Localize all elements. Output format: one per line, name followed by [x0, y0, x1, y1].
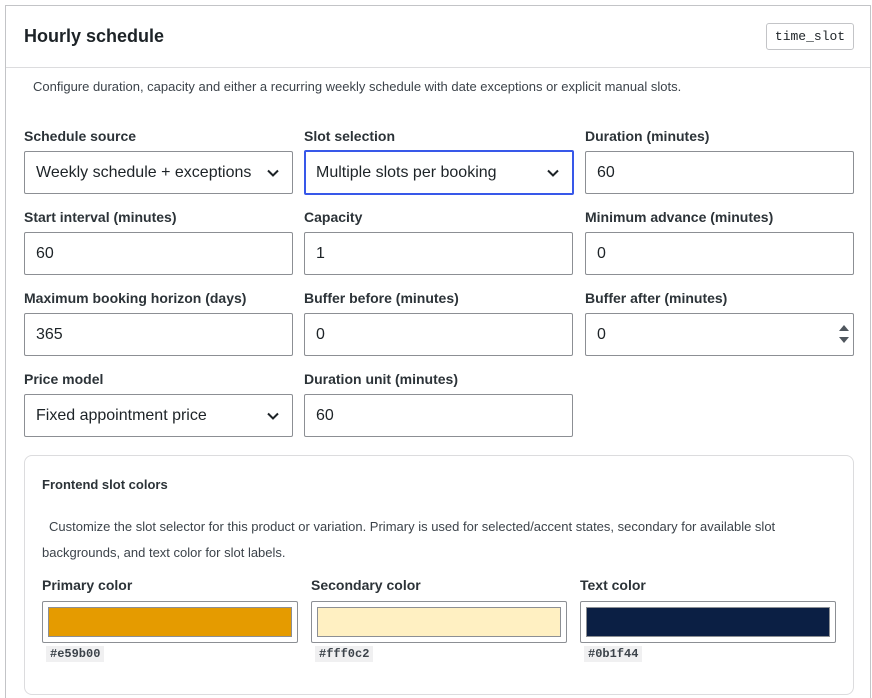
secondary-color-picker[interactable] — [311, 601, 567, 643]
minimum-advance-input[interactable]: 0 — [585, 232, 854, 275]
start-interval-label: Start interval (minutes) — [24, 209, 177, 225]
text-color-label: Text color — [580, 577, 646, 593]
duration-input[interactable]: 60 — [585, 151, 854, 194]
hourly-schedule-panel: Hourly schedule time_slot Configure dura… — [5, 5, 871, 698]
primary-color-hex: #e59b00 — [46, 646, 105, 662]
secondary-color-label: Secondary color — [311, 577, 421, 593]
buffer-after-input[interactable]: 0 — [585, 313, 854, 356]
duration-unit-input[interactable]: 60 — [304, 394, 573, 437]
max-horizon-label: Maximum booking horizon (days) — [24, 290, 247, 306]
primary-color-label: Primary color — [42, 577, 133, 593]
capacity-input[interactable]: 1 — [304, 232, 573, 275]
text-color-picker[interactable] — [580, 601, 836, 643]
slot-colors-description: Customize the slot selector for this pro… — [42, 519, 776, 560]
spinner-arrows-icon[interactable] — [838, 322, 850, 346]
chevron-down-icon — [547, 169, 559, 177]
primary-color-picker[interactable] — [42, 601, 298, 643]
schedule-source-select[interactable]: Weekly schedule + exceptions — [24, 151, 293, 194]
price-model-select[interactable]: Fixed appointment price — [24, 394, 293, 437]
chevron-down-icon — [267, 169, 279, 177]
text-color-swatch — [586, 607, 830, 637]
buffer-after-value: 0 — [597, 325, 606, 343]
slot-selection-label: Slot selection — [304, 128, 396, 144]
duration-unit-label: Duration unit (minutes) — [304, 371, 458, 387]
slot-selection-value: Multiple slots per booking — [316, 163, 497, 181]
chevron-down-icon — [267, 412, 279, 420]
buffer-after-label: Buffer after (minutes) — [585, 290, 728, 306]
schedule-source-value: Weekly schedule + exceptions — [36, 163, 252, 181]
capacity-label: Capacity — [304, 209, 363, 225]
duration-label: Duration (minutes) — [585, 128, 710, 144]
slot-selection-select[interactable]: Multiple slots per booking — [304, 150, 574, 195]
primary-color-swatch — [48, 607, 292, 637]
minimum-advance-label: Minimum advance (minutes) — [585, 209, 774, 225]
panel-description: Configure duration, capacity and either … — [33, 79, 682, 94]
buffer-before-label: Buffer before (minutes) — [304, 290, 459, 306]
price-model-value: Fixed appointment price — [36, 406, 207, 424]
text-color-hex: #0b1f44 — [584, 646, 643, 662]
start-interval-input[interactable]: 60 — [24, 232, 293, 275]
panel-header: Hourly schedule time_slot — [6, 6, 870, 68]
slot-colors-section: Frontend slot colors Customize the slot … — [24, 455, 854, 695]
type-badge: time_slot — [766, 23, 854, 50]
secondary-color-swatch — [317, 607, 561, 637]
price-model-label: Price model — [24, 371, 104, 387]
secondary-color-hex: #fff0c2 — [315, 646, 374, 662]
panel-title: Hourly schedule — [24, 26, 165, 46]
max-horizon-input[interactable]: 365 — [24, 313, 293, 356]
buffer-before-input[interactable]: 0 — [304, 313, 573, 356]
schedule-source-label: Schedule source — [24, 128, 137, 144]
slot-colors-title: Frontend slot colors — [42, 477, 168, 492]
